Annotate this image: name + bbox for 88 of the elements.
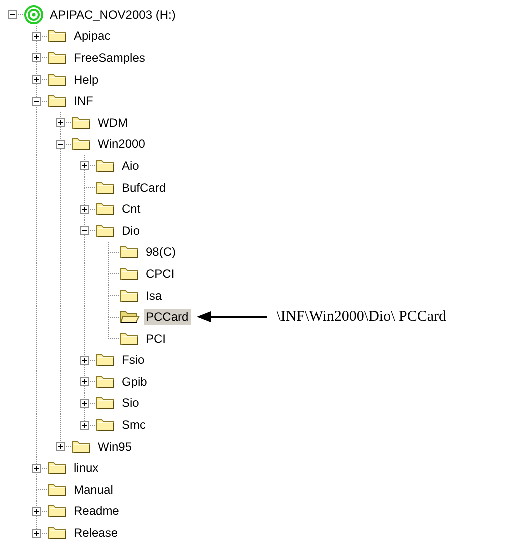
folder-icon <box>96 201 116 218</box>
tree-item[interactable]: Help <box>72 72 101 88</box>
folder-icon <box>96 222 116 239</box>
tree-item[interactable]: 98(C) <box>144 244 178 260</box>
plus-icon <box>34 34 38 39</box>
pointer-arrow <box>196 311 267 324</box>
tree-item[interactable]: Cnt <box>120 201 143 218</box>
open-folder-icon <box>120 309 140 326</box>
tree-item[interactable]: Smc <box>120 417 148 434</box>
tree-item[interactable]: linux <box>72 460 101 476</box>
tree-item[interactable]: Dio <box>120 222 142 239</box>
expand-button[interactable] <box>80 398 88 408</box>
tree-item[interactable]: Apipac <box>72 28 113 44</box>
tree-item[interactable]: Isa <box>144 288 164 304</box>
folder-icon <box>120 330 140 347</box>
collapse-button[interactable] <box>8 10 16 20</box>
tree-item[interactable]: Release <box>72 525 120 542</box>
folder-icon <box>96 374 116 390</box>
folder-icon <box>96 352 116 368</box>
plus-icon <box>82 163 86 168</box>
collapse-button[interactable] <box>56 140 64 149</box>
plus-icon <box>82 422 86 428</box>
folder-icon <box>72 438 92 455</box>
folder-icon <box>48 482 68 498</box>
folder-icon <box>48 50 68 66</box>
plus-icon <box>34 55 38 60</box>
tree-item[interactable]: Win2000 <box>96 136 148 152</box>
plus-icon <box>58 120 62 126</box>
tree-item[interactable]: INF <box>72 93 96 110</box>
expand-button[interactable] <box>80 204 88 214</box>
expand-button[interactable] <box>80 377 88 386</box>
minus-icon <box>10 12 14 18</box>
path-caption: \INF\Win2000\Dio\ PCCard <box>276 308 447 326</box>
collapse-button[interactable] <box>32 96 40 106</box>
plus-icon <box>82 358 86 363</box>
plus-icon <box>34 466 38 471</box>
minus-icon <box>82 228 86 234</box>
folder-icon <box>120 244 140 260</box>
tree-item[interactable]: Fsio <box>120 352 147 368</box>
folder-icon <box>48 72 68 88</box>
expand-button[interactable] <box>80 356 88 365</box>
folder-icon <box>48 525 68 542</box>
tree-item[interactable]: FreeSamples <box>72 50 148 66</box>
tree-item[interactable]: Readme <box>72 503 122 520</box>
tree-item[interactable]: BufCard <box>120 180 168 196</box>
tree-item[interactable]: CPCI <box>144 266 177 282</box>
folder-icon <box>72 136 92 152</box>
plus-icon <box>34 530 38 536</box>
minus-icon <box>58 142 62 147</box>
tree-item[interactable]: WDM <box>96 114 130 131</box>
folder-icon <box>96 395 116 412</box>
expand-button[interactable] <box>32 53 40 62</box>
tree-item[interactable]: Manual <box>72 482 116 498</box>
tree-item[interactable]: PCCard <box>144 309 191 326</box>
folder-icon <box>48 503 68 520</box>
folder-icon <box>120 266 140 282</box>
disc-drive-icon <box>24 4 44 25</box>
folder-icon <box>96 417 116 434</box>
folder-icon <box>96 180 116 196</box>
plus-icon <box>58 444 62 450</box>
tree-item[interactable]: Gpib <box>120 374 150 390</box>
plus-icon <box>82 206 86 212</box>
expand-button[interactable] <box>32 464 40 473</box>
folder-icon <box>96 158 116 174</box>
tree-item[interactable]: APIPAC_NOV2003 (H:) <box>48 6 178 23</box>
expand-button[interactable] <box>80 420 88 430</box>
plus-icon <box>34 77 38 82</box>
expand-button[interactable] <box>32 506 40 516</box>
tree-item[interactable]: Aio <box>120 158 142 174</box>
tree-item[interactable]: Win95 <box>96 438 134 455</box>
collapse-button[interactable] <box>80 226 88 236</box>
expand-button[interactable] <box>56 442 64 452</box>
folder-icon <box>48 93 68 110</box>
folder-icon <box>48 28 68 44</box>
expand-button[interactable] <box>80 161 88 170</box>
plus-icon <box>82 400 86 406</box>
folder-icon <box>120 288 140 304</box>
expand-button[interactable] <box>32 75 40 84</box>
expand-button[interactable] <box>32 528 40 538</box>
tree-item[interactable]: PCI <box>144 330 168 347</box>
folder-icon <box>48 460 68 476</box>
plus-icon <box>82 379 86 384</box>
plus-icon <box>34 508 38 514</box>
expand-button[interactable] <box>56 118 64 128</box>
minus-icon <box>34 98 38 104</box>
expand-button[interactable] <box>32 32 40 41</box>
folder-icon <box>72 114 92 131</box>
tree-item[interactable]: Sio <box>120 395 142 412</box>
